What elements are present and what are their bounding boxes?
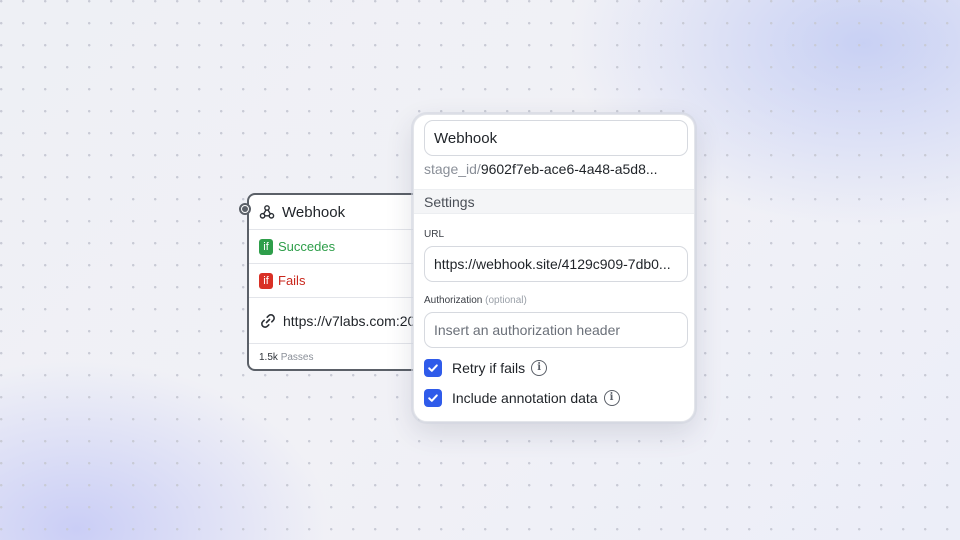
node-title: Webhook	[282, 203, 346, 221]
info-icon[interactable]: i	[531, 360, 548, 376]
stage-id: stage_id/9602f7eb-ace6-4a48-a5d8...	[424, 161, 658, 177]
retry-label: Retry if fails	[452, 360, 526, 376]
link-icon	[259, 312, 277, 330]
checkmark-icon	[428, 394, 438, 402]
include-annotation-option: Include annotation data i	[424, 389, 620, 407]
authorization-label: Authorization (optional)	[424, 295, 527, 306]
stage-id-prefix: stage_id/	[424, 161, 481, 177]
retry-checkbox[interactable]	[424, 359, 442, 377]
condition-success-label: Succedes	[278, 239, 336, 254]
port-dot	[242, 206, 248, 212]
if-badge-success: if	[259, 238, 273, 255]
webhook-icon	[259, 204, 275, 220]
passes-stat: 1.5k Passes	[259, 352, 313, 363]
webhook-settings-popover: Webhook stage_id/9602f7eb-ace6-4a48-a5d8…	[413, 114, 695, 422]
authorization-optional: (optional)	[485, 295, 527, 306]
url-input[interactable]: https://webhook.site/4129c909-7db0...	[424, 246, 688, 282]
stage-id-value: 9602f7eb-ace6-4a48-a5d8...	[480, 161, 658, 177]
condition-fail-label: Fails	[278, 273, 306, 288]
settings-heading-text: Settings	[424, 193, 475, 210]
authorization-input[interactable]: Insert an authorization header	[424, 312, 688, 348]
stage-name-input[interactable]: Webhook	[424, 120, 688, 156]
retry-option: Retry if fails i	[424, 359, 548, 377]
authorization-label-text: Authorization	[424, 295, 483, 306]
passes-count: 1.5k	[259, 351, 278, 363]
checkmark-icon	[428, 364, 438, 372]
passes-label: Passes	[280, 351, 314, 363]
info-icon[interactable]: i	[603, 390, 620, 406]
include-annotation-checkbox[interactable]	[424, 389, 442, 407]
node-url: https://v7labs.com:20	[283, 312, 416, 329]
node-input-port[interactable]	[239, 203, 251, 215]
settings-heading: Settings	[414, 189, 694, 214]
if-badge-fail: if	[259, 272, 273, 289]
url-label: URL	[424, 229, 445, 240]
include-annotation-label: Include annotation data	[452, 390, 598, 406]
